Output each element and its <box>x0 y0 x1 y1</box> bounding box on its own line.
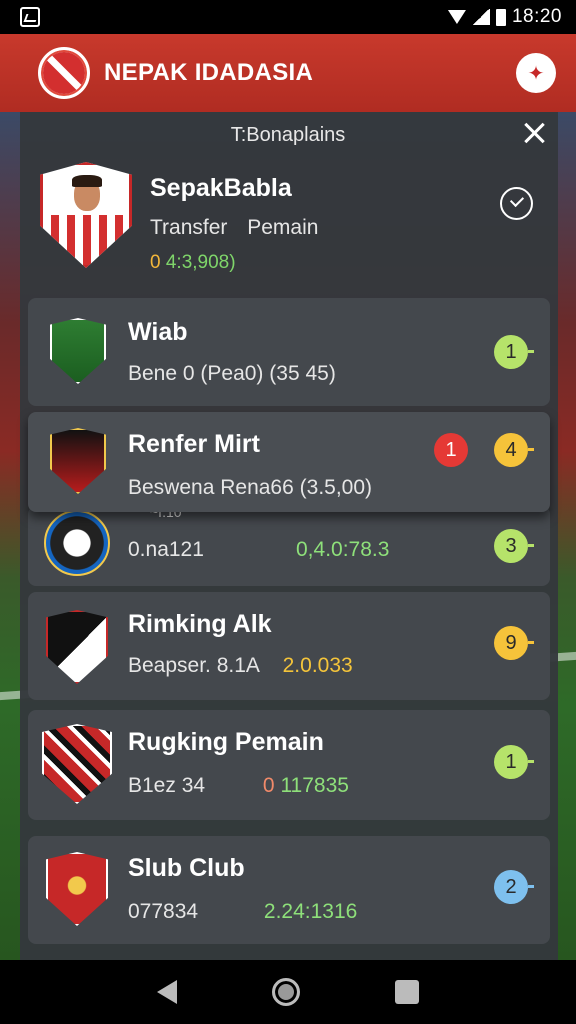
club-sub-value: 2.24:1316 <box>263 900 358 923</box>
rank-badge: 3 <box>494 529 534 563</box>
app-logo <box>38 47 90 99</box>
club-sub-value-prefix: 0 <box>262 774 275 797</box>
rank-badge: 1 <box>494 335 534 369</box>
club-sub: Beswena Rena66 (3.5,00) <box>128 476 372 500</box>
club-name: Slub Club <box>128 854 245 882</box>
list-item[interactable]: Rugking Pemain B1ez 34 0 117835 1 <box>28 710 550 820</box>
player-meta: Transfer Pemain <box>150 216 319 239</box>
app-title: NEPAK IDADASIA <box>104 59 314 86</box>
club-value: 0,4.0:78.3 <box>296 538 390 561</box>
back-icon[interactable] <box>157 980 178 1004</box>
wifi-icon <box>447 10 466 24</box>
rank-badge: 2 <box>494 870 534 904</box>
recent-apps-icon[interactable] <box>394 980 419 1004</box>
signal-icon <box>471 9 490 25</box>
club-sub-label: B1ez 34 <box>128 774 206 797</box>
club-crest <box>50 428 106 494</box>
battery-icon <box>495 8 506 26</box>
app-bar: NEPAK IDADASIA ✦ <box>0 34 576 112</box>
panel-title: T:Bonaplains <box>230 124 346 146</box>
club-sub: Beapser. 8.1A 2.0.033 <box>128 654 353 678</box>
player-value: 0 4:3,908) <box>150 252 236 274</box>
club-name: 0.na121 <box>128 538 204 561</box>
club-sub-label: Bene 0 (Pea0) <box>128 362 264 385</box>
club-sub: Bene 0 (Pea0) (35 45) <box>128 362 336 386</box>
club-crest <box>46 610 108 684</box>
club-crest <box>44 510 110 576</box>
clock: 18:20 <box>511 6 562 27</box>
club-sub-value: (3.5,00) <box>299 476 373 499</box>
club-sub: 077834 2.24:1316 <box>128 900 357 924</box>
player-name: SepakBabla <box>150 174 292 202</box>
club-sub-label: Beswena Rena66 <box>128 476 294 499</box>
list-item[interactable]: Rimking Alk Beapser. 8.1A 2.0.033 9 <box>28 592 550 700</box>
list-item[interactable]: ~f.10 0.na121 0,4.0:78.3 3 <box>28 504 550 586</box>
compass-star-icon[interactable]: ✦ <box>516 53 556 93</box>
gallery-icon <box>20 7 40 27</box>
list-item[interactable]: Renfer Mirt Beswena Rena66 (3.5,00) 1 4 <box>28 412 550 512</box>
club-name: Wiab <box>128 318 188 346</box>
system-nav-bar <box>0 960 576 1024</box>
club-sub: B1ez 34 0 117835 <box>128 774 349 798</box>
player-value-prefix: 0 <box>150 252 161 273</box>
list-item[interactable]: Slub Club 077834 2.24:1316 2 <box>28 836 550 944</box>
club-sub-value: 117835 <box>280 774 349 797</box>
status-indicators: 18:20 <box>447 6 562 28</box>
club-crest <box>42 724 112 804</box>
player-value-amount: 4:3,908) <box>165 252 236 273</box>
alert-badge: 1 <box>434 433 468 467</box>
club-name: Rimking Alk <box>128 610 272 638</box>
check-icon[interactable] <box>500 187 533 220</box>
rank-badge: 1 <box>494 745 534 779</box>
rank-badge: 4 <box>494 433 534 467</box>
club-sub-label: 077834 <box>128 900 199 923</box>
list-item[interactable]: Wiab Bene 0 (Pea0) (35 45) 1 <box>28 298 550 406</box>
club-crest <box>50 318 106 384</box>
club-name: Rugking Pemain <box>128 728 324 756</box>
club-sub-value: 2.0.033 <box>282 654 353 677</box>
club-crest <box>46 852 108 926</box>
home-icon[interactable] <box>271 978 300 1006</box>
rank-badge: 9 <box>494 626 534 660</box>
club-sub-value: (35 45) <box>269 362 336 385</box>
club-sub-label: Beapser. 8.1A <box>128 654 259 677</box>
status-bar: 18:20 <box>0 0 576 34</box>
club-name: Renfer Mirt <box>128 430 260 458</box>
close-icon[interactable] <box>520 118 550 148</box>
